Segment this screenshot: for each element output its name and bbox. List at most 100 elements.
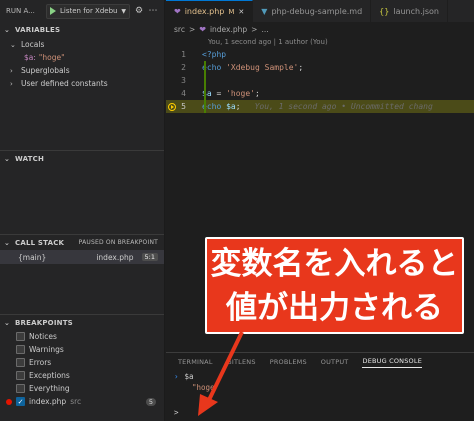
- launch-config-select[interactable]: Listen for Xdebu ▼: [46, 3, 130, 19]
- current-debug-line[interactable]: 5 echo $a; You, 1 second ago • Uncommitt…: [166, 100, 474, 113]
- debug-sidebar: RUN A... Listen for Xdebu ▼ ⚙ ⋯ ⌄ VARIAB…: [0, 0, 165, 421]
- php-icon: ❤: [199, 24, 206, 34]
- code-line[interactable]: 1 <?php: [166, 48, 474, 61]
- php-icon: ❤: [174, 7, 181, 16]
- launch-config-label: Listen for Xdebu: [60, 7, 118, 15]
- checkbox[interactable]: [16, 358, 25, 367]
- close-icon[interactable]: ✕: [238, 8, 244, 16]
- user-constants-scope[interactable]: › User defined constants: [0, 77, 164, 90]
- code-line[interactable]: 4 $a = 'hoge';: [166, 87, 474, 100]
- breadcrumb-tail[interactable]: ...: [261, 25, 268, 34]
- code-text: echo 'Xdebug Sample';: [194, 63, 303, 72]
- tab-problems[interactable]: PROBLEMS: [270, 358, 307, 366]
- variable-name: $a:: [24, 53, 36, 62]
- tab-php-debug-sample-md[interactable]: ▼ php-debug-sample.md: [253, 0, 372, 22]
- variables-header-label: VARIABLES: [15, 26, 61, 34]
- breakpoint-option-label: Notices: [29, 332, 57, 341]
- modified-indicator: M: [228, 7, 235, 16]
- call-stack-header-label: CALL STACK: [15, 238, 65, 247]
- string-literal: 'hoge': [226, 89, 255, 98]
- breadcrumb-folder[interactable]: src: [174, 25, 185, 34]
- superglobals-scope[interactable]: › Superglobals: [0, 64, 164, 77]
- breakpoints-header-label: BREAKPOINTS: [15, 318, 73, 327]
- code-line[interactable]: 2 echo 'Xdebug Sample';: [166, 61, 474, 74]
- variable-row[interactable]: $a: "hoge": [0, 51, 164, 64]
- arrow-shaft: [206, 331, 244, 403]
- breakpoint-option-label: Exceptions: [29, 371, 70, 380]
- line-number: 2: [181, 63, 186, 72]
- user-constants-label: User defined constants: [21, 79, 108, 88]
- annotation-line-2: 値が出力される: [226, 289, 443, 326]
- chevron-down-icon: ⌄: [4, 318, 11, 327]
- locals-label: Locals: [21, 40, 45, 49]
- tab-label: index.php: [184, 7, 225, 16]
- tab-debug-console[interactable]: DEBUG CONSOLE: [362, 357, 423, 368]
- breakpoint-option-everything[interactable]: Everything: [0, 382, 164, 395]
- watch-section-header[interactable]: ⌄ WATCH: [0, 150, 164, 166]
- breakpoint-option-exceptions[interactable]: Exceptions: [0, 369, 164, 382]
- stack-frame-name: {main}: [18, 252, 47, 262]
- checkbox[interactable]: [16, 345, 25, 354]
- variables-section-header[interactable]: ⌄ VARIABLES: [0, 22, 164, 38]
- tab-label: launch.json: [393, 6, 439, 16]
- code-text: <?php: [202, 50, 227, 59]
- code-line[interactable]: 3: [166, 74, 474, 87]
- punctuation: ;: [298, 63, 304, 72]
- line-number: 3: [181, 76, 186, 85]
- variable: $a: [226, 102, 236, 111]
- chevron-right-icon: ›: [174, 372, 179, 381]
- inline-blame: You, 1 second ago • Uncommitted chang: [254, 102, 433, 111]
- code-text: echo $a;: [194, 102, 241, 111]
- debug-stackframe-icon: [168, 102, 176, 111]
- breadcrumb-file[interactable]: index.php: [210, 25, 247, 34]
- call-stack-section-header[interactable]: ⌄ CALL STACK PAUSED ON BREAKPOINT: [0, 234, 164, 250]
- breakpoint-option-warnings[interactable]: Warnings: [0, 343, 164, 356]
- stack-frame[interactable]: {main} index.php 5:1: [0, 250, 164, 264]
- breakpoint-file-row[interactable]: ✓ index.php src 5: [0, 395, 164, 408]
- watch-header-label: WATCH: [15, 154, 45, 163]
- git-change-bar: [204, 100, 206, 113]
- git-change-bar: [204, 87, 206, 100]
- run-and-debug-bar: RUN A... Listen for Xdebu ▼ ⚙ ⋯: [0, 0, 164, 22]
- tab-label: php-debug-sample.md: [271, 6, 363, 16]
- breakpoint-file-dir: src: [70, 397, 82, 406]
- operator: =: [211, 89, 227, 98]
- tab-launch-json[interactable]: {} launch.json: [371, 0, 448, 22]
- breakpoint-option-label: Errors: [29, 358, 52, 367]
- codelens-blame[interactable]: You, 1 second ago | 1 author (You): [166, 36, 474, 48]
- git-change-bar: [204, 74, 206, 87]
- checkbox-checked[interactable]: ✓: [16, 397, 25, 406]
- markdown-icon: ▼: [261, 6, 268, 16]
- breakpoint-dot-icon: [6, 398, 12, 405]
- gear-icon[interactable]: ⚙: [134, 6, 144, 16]
- breakpoint-option-errors[interactable]: Errors: [0, 356, 164, 369]
- editor-tabs: ❤ index.php M ✕ ▼ php-debug-sample.md {}…: [166, 0, 474, 22]
- checkbox[interactable]: [16, 384, 25, 393]
- breakpoints-section-header[interactable]: ⌄ BREAKPOINTS: [0, 314, 164, 330]
- arrow-head: [198, 394, 218, 416]
- punctuation: ;: [235, 102, 241, 111]
- breadcrumb: src > ❤ index.php > ...: [166, 22, 474, 36]
- chevron-right-icon: ›: [10, 79, 13, 88]
- superglobals-label: Superglobals: [21, 66, 70, 75]
- tab-index-php[interactable]: ❤ index.php M ✕: [166, 0, 254, 22]
- breadcrumb-separator: >: [188, 24, 196, 34]
- more-actions-icon[interactable]: ⋯: [148, 6, 158, 16]
- git-change-bar: [204, 61, 206, 74]
- checkbox[interactable]: [16, 332, 25, 341]
- annotation-arrow: [198, 331, 244, 416]
- string-literal: 'Xdebug Sample': [226, 63, 299, 72]
- run-title: RUN A...: [6, 7, 35, 15]
- play-icon[interactable]: [50, 7, 56, 15]
- punctuation: ;: [255, 89, 260, 98]
- annotation-callout: 変数名を入れると 値が出力される: [205, 237, 464, 334]
- call-stack-spacer: [0, 264, 164, 314]
- chevron-down-icon[interactable]: ▼: [121, 8, 126, 15]
- tab-output[interactable]: OUTPUT: [321, 358, 349, 366]
- breakpoint-option-notices[interactable]: Notices: [0, 330, 164, 343]
- checkbox[interactable]: [16, 371, 25, 380]
- line-number: 1: [181, 50, 186, 59]
- stack-frame-file: index.php: [96, 252, 134, 262]
- locals-scope[interactable]: ⌄ Locals: [0, 38, 164, 51]
- json-icon: {}: [379, 6, 390, 16]
